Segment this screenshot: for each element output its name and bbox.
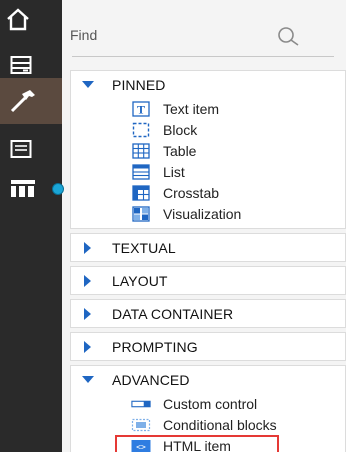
search-input[interactable] xyxy=(70,24,310,46)
toolbox-button[interactable] xyxy=(0,78,62,124)
item-label: Text item xyxy=(163,100,220,117)
group-label: DATA CONTAINER xyxy=(112,305,234,322)
search-underline xyxy=(72,56,334,57)
group-label: TEXTUAL xyxy=(112,239,176,256)
group-label: LAYOUT xyxy=(112,272,168,289)
group-header-prompting[interactable]: PROMPTING xyxy=(71,333,345,360)
home-icon xyxy=(7,8,29,31)
group-label: PROMPTING xyxy=(112,338,198,355)
group-header-advanced[interactable]: ADVANCED xyxy=(71,366,345,393)
chevron-down-icon xyxy=(82,374,94,386)
left-toolbar xyxy=(0,0,62,452)
block-icon xyxy=(131,122,151,137)
search-icon[interactable] xyxy=(276,26,302,48)
item-label: Crosstab xyxy=(163,184,220,201)
chevron-down-icon xyxy=(82,79,94,91)
toolbox-item-custom-control[interactable]: Custom control xyxy=(71,393,345,414)
toolbox-icon xyxy=(10,90,35,113)
group-header-pinned[interactable]: PINNED xyxy=(71,71,345,98)
queries-icon xyxy=(11,180,35,197)
toolbox-item-conditional-blocks[interactable]: Conditional blocks xyxy=(71,414,345,435)
item-label: Visualization xyxy=(163,205,242,222)
chevron-right-icon xyxy=(82,340,94,353)
highlight-frame xyxy=(115,435,279,452)
visualization-icon xyxy=(131,205,151,222)
group-advanced: ADVANCED Custom control Conditional bloc… xyxy=(70,365,346,452)
custom-control-icon xyxy=(131,397,151,411)
toolbox-item-text-item[interactable]: T Text item xyxy=(71,98,345,119)
chevron-right-icon xyxy=(82,307,94,320)
conditional-blocks-icon xyxy=(131,418,151,432)
text-item-icon: T xyxy=(131,100,151,117)
list-icon xyxy=(131,163,151,180)
home-button[interactable] xyxy=(0,0,62,40)
pages-icon xyxy=(10,140,32,158)
toolbox-item-crosstab[interactable]: Crosstab xyxy=(71,182,345,203)
item-label: List xyxy=(163,163,185,180)
group-data-container: DATA CONTAINER xyxy=(70,299,346,328)
toolbox-tree: PINNED T Text item Block Table List Cros… xyxy=(70,70,346,452)
toolbox-item-block[interactable]: Block xyxy=(71,119,345,140)
item-label: Conditional blocks xyxy=(163,416,277,433)
toolbox-item-list[interactable]: List xyxy=(71,161,345,182)
chevron-right-icon xyxy=(82,274,94,287)
toolbox-item-table[interactable]: Table xyxy=(71,140,345,161)
item-label: Table xyxy=(163,142,197,159)
toolbox-item-visualization[interactable]: Visualization xyxy=(71,203,345,224)
item-label: Custom control xyxy=(163,395,258,412)
group-label: ADVANCED xyxy=(112,371,190,388)
item-label: Block xyxy=(163,121,198,138)
crosstab-icon xyxy=(131,184,151,201)
group-pinned: PINNED T Text item Block Table List Cros… xyxy=(70,70,346,229)
status-dot xyxy=(52,183,64,195)
group-prompting: PROMPTING xyxy=(70,332,346,361)
toolbox-item-html-item[interactable]: <> HTML item xyxy=(71,435,345,452)
group-header-textual[interactable]: TEXTUAL xyxy=(71,234,345,261)
group-layout: LAYOUT xyxy=(70,266,346,295)
group-textual: TEXTUAL xyxy=(70,233,346,262)
data-icon xyxy=(10,56,32,74)
toolbox-panel: PINNED T Text item xyxy=(62,0,346,452)
group-label: PINNED xyxy=(112,76,166,93)
table-icon xyxy=(131,142,151,159)
group-header-data-container[interactable]: DATA CONTAINER xyxy=(71,300,345,327)
group-header-layout[interactable]: LAYOUT xyxy=(71,267,345,294)
search-bar xyxy=(62,0,346,62)
chevron-right-icon xyxy=(82,241,94,254)
svg-text:T: T xyxy=(137,102,145,116)
